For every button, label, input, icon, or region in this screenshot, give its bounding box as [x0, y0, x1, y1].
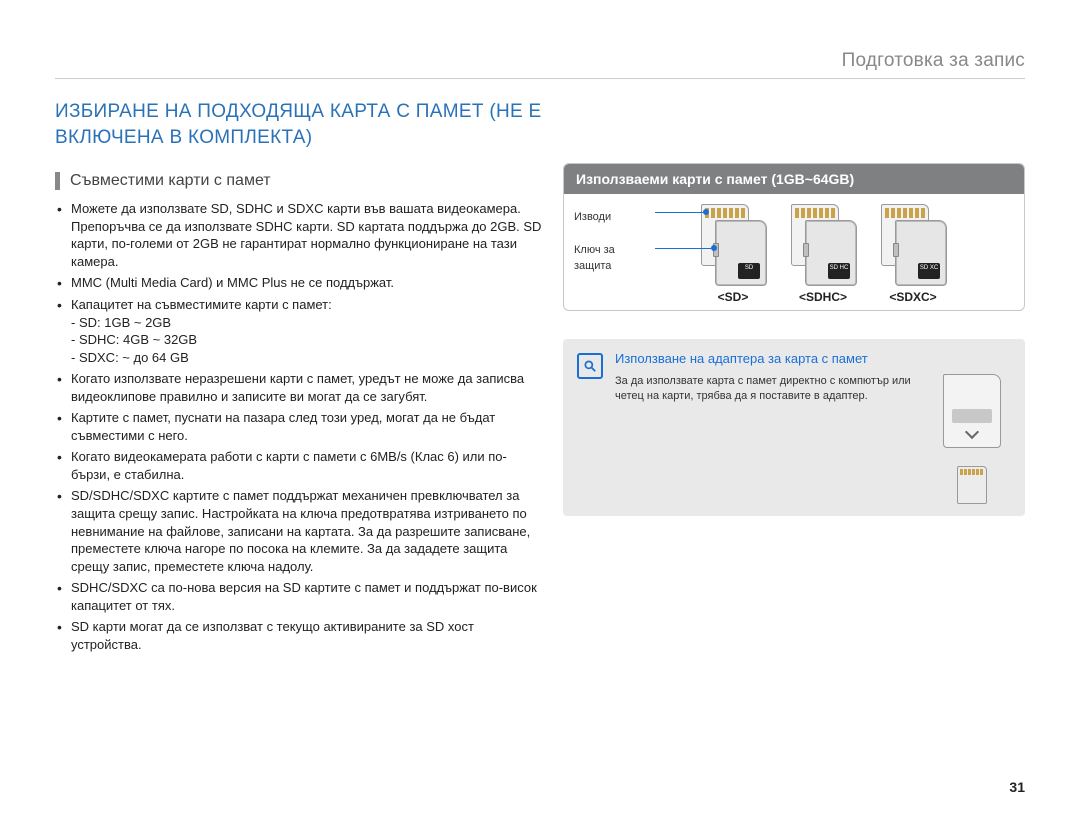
bullet-text: Капацитет на съвместимите карти с памет: [71, 297, 332, 312]
bullet-item: Когато видеокамерата работи с карти с па… [55, 448, 543, 483]
sdhc-caption: <SDHC> [799, 290, 847, 304]
bullet-item: Можете да използвате SD, SDHC и SDXC кар… [55, 200, 543, 270]
bullet-item: SDHC/SDXC са по-нова версия на SD картит… [55, 579, 543, 614]
capacity-item: SDXC: ~ до 64 GB [71, 349, 543, 367]
sd-card-illustration: SD <SD> [701, 204, 765, 304]
sdhc-logo: SD HC [828, 263, 850, 279]
tip-text: За да използвате карта с памет директно … [615, 374, 917, 405]
cards-panel-title: Използваеми карти с памет (1GB~64GB) [564, 164, 1024, 194]
sdxc-caption: <SDXC> [889, 290, 936, 304]
bullet-list: Можете да използвате SD, SDHC и SDXC кар… [55, 200, 543, 653]
sdhc-card-illustration: SD HC <SDHC> [791, 204, 855, 304]
section-title: ИЗБИРАНЕ НА ПОДХОДЯЩА КАРТА С ПАМЕТ (НЕ … [55, 99, 543, 150]
bullet-item: MMC (Multi Media Card) и MMC Plus не се … [55, 274, 543, 292]
terminals-label: Изводи [574, 210, 632, 225]
sdxc-card-illustration: SD XC <SDXC> [881, 204, 945, 304]
adapter-illustration [931, 374, 1011, 504]
bullet-item: Когато използвате неразрешени карти с па… [55, 370, 543, 405]
lock-label: Ключ за защита [574, 243, 632, 274]
section-header: Подготовка за запис [55, 50, 1025, 79]
capacity-sublist: SD: 1GB ~ 2GB SDHC: 4GB ~ 32GB SDXC: ~ д… [71, 314, 543, 367]
page-number: 31 [55, 779, 1025, 795]
bullet-item: Картите с памет, пуснати на пазара след … [55, 409, 543, 444]
capacity-item: SDHC: 4GB ~ 32GB [71, 331, 543, 349]
subheading: Съвместими карти с памет [55, 172, 543, 190]
sdxc-logo: SD XC [918, 263, 940, 279]
sd-caption: <SD> [718, 290, 749, 304]
capacity-item: SD: 1GB ~ 2GB [71, 314, 543, 332]
bullet-item: Капацитет на съвместимите карти с памет:… [55, 296, 543, 366]
cards-panel: Използваеми карти с памет (1GB~64GB) Изв… [563, 163, 1025, 311]
tip-box: Използване на адаптера за карта с памет … [563, 339, 1025, 516]
card-annotation-labels: Изводи Ключ за защита [574, 204, 632, 274]
bullet-item: SD карти могат да се използват с текущо … [55, 618, 543, 653]
sd-logo: SD [738, 263, 760, 279]
magnifier-icon [577, 353, 603, 379]
bullet-item: SD/SDHC/SDXC картите с памет поддържат м… [55, 487, 543, 575]
tip-title: Използване на адаптера за карта с памет [615, 351, 1011, 366]
